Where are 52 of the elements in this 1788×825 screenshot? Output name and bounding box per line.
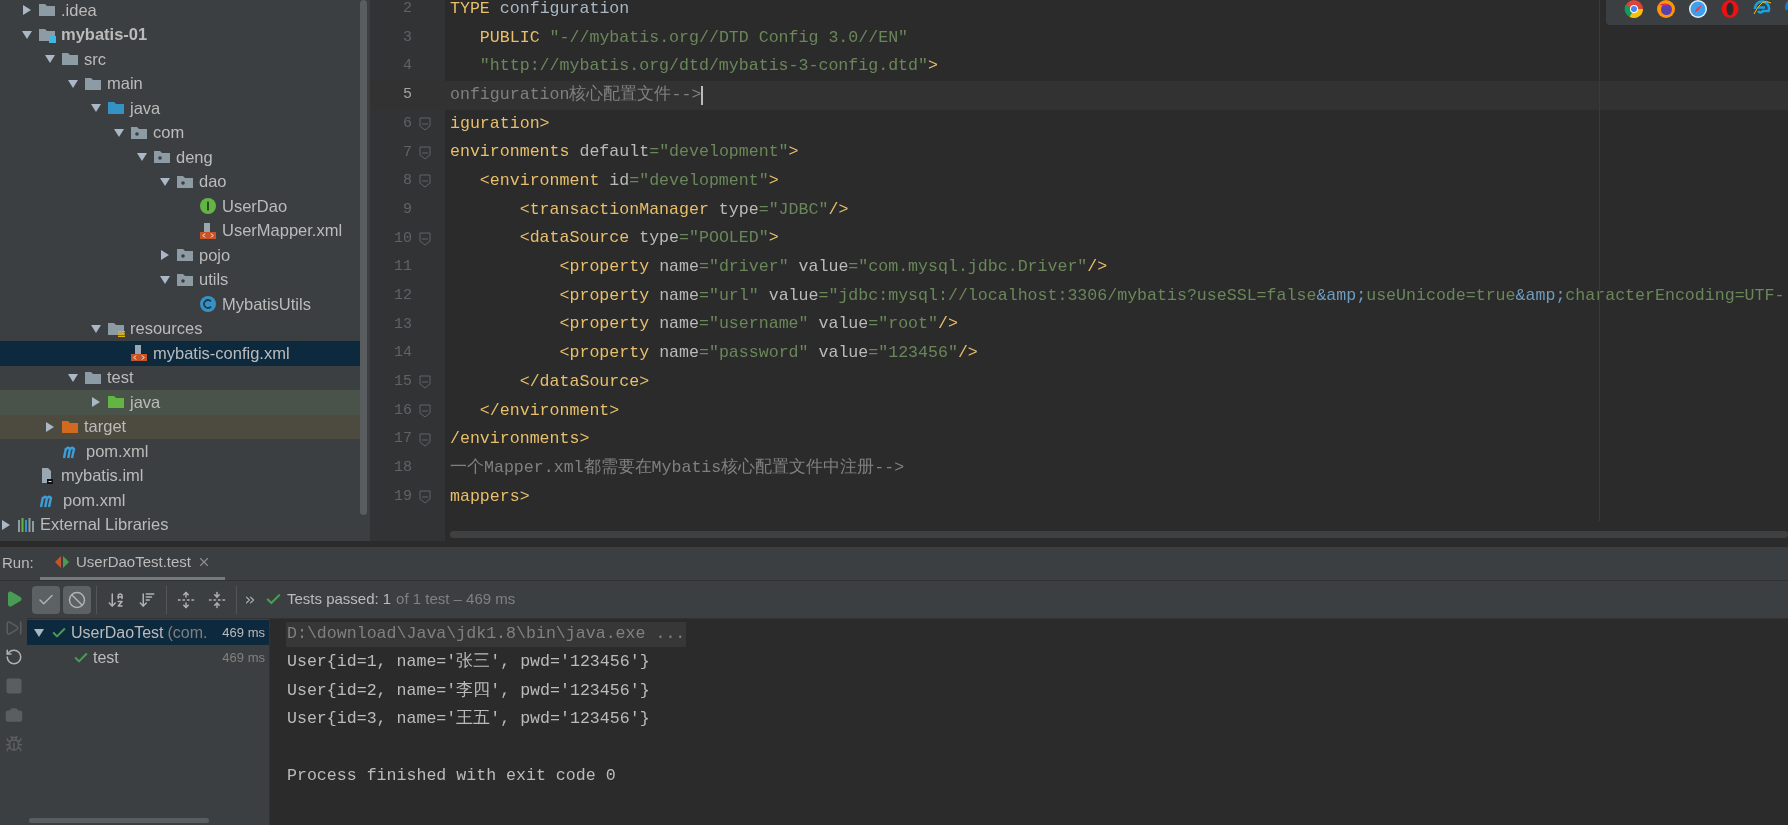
test-tree-item[interactable]: UserDaoTest (com. 469 ms	[27, 620, 269, 645]
status-count: 1	[382, 589, 392, 610]
tree-item[interactable]: com	[0, 120, 360, 145]
code-text: <property name="url" value="jdbc:mysql://localhost:3306/mybatis?useSSL=false&amp;useUnicode=true&amp;characterEncoding=UTF-	[558, 284, 1785, 307]
code-text: <transactionManager type="JDBC"/>	[518, 198, 849, 221]
line-number: 5	[402, 85, 412, 106]
tree-item[interactable]: java	[0, 96, 360, 121]
code-text: mappers>	[450, 485, 530, 508]
tree-item[interactable]: target	[0, 414, 360, 439]
tree-item[interactable]: pom.xml	[0, 439, 360, 464]
console-line: User{id=2, name='李四', pwd='123456'}	[286, 679, 651, 702]
tree-item[interactable]: resources	[0, 316, 360, 341]
tree-item[interactable]: mybatis-01	[0, 22, 360, 47]
console-line: User{id=3, name='王五', pwd='123456'}	[286, 708, 651, 731]
code-text: <property name="driver" value="com.mysql.jdbc.Driver"/>	[558, 256, 1108, 279]
code-text: <environment id="development">	[478, 170, 779, 192]
tree-item[interactable]: pojo	[0, 243, 360, 268]
tree-item[interactable]: main	[0, 71, 360, 96]
code-text: TYPE configuration	[450, 0, 630, 20]
tree-item[interactable]: utils	[0, 267, 360, 292]
code-text: <property name="password" value="123456"/>	[558, 342, 978, 365]
test-tree-item[interactable]: test 469 ms	[27, 645, 269, 670]
run-tab[interactable]: UserDaoTest.test	[40, 547, 226, 580]
tree-item[interactable]: deng	[0, 145, 360, 170]
status-detail: of 1 test – 469 ms	[396, 589, 516, 610]
tree-item[interactable]: UserMapper.xml	[0, 218, 360, 243]
code-text: <dataSource type="POOLED">	[518, 227, 779, 250]
tree-item[interactable]: MybatisUtils	[0, 292, 360, 317]
code-text: iguration>	[450, 112, 550, 135]
tree-item[interactable]: UserDao	[0, 194, 360, 219]
tree-item[interactable]: java	[0, 390, 360, 415]
tree-item[interactable]: .idea	[0, 0, 360, 23]
console-line: Process finished with exit code 0	[286, 765, 617, 788]
tree-item[interactable]: mybatis-config.xml	[0, 341, 360, 366]
code-text: <property name="username" value="root"/>	[558, 313, 958, 336]
tree-item[interactable]: src	[0, 47, 360, 72]
tree-item[interactable]: dao	[0, 169, 360, 194]
code-text: onfiguration核心配置文件-->	[450, 83, 704, 107]
tree-item[interactable]: pom.xml	[0, 488, 360, 513]
panel-label: Run:	[1, 553, 35, 574]
console-line: User{id=1, name='张三', pwd='123456'}	[286, 651, 651, 674]
code-text: PUBLIC "-//mybatis.org//DTD Config 3.0//EN"	[478, 26, 909, 49]
code-text: "http://mybatis.org/dtd/mybatis-3-config.dtd">	[478, 55, 938, 78]
tree-item[interactable]: External Libraries	[0, 512, 360, 537]
status-label: Tests passed:	[287, 589, 379, 610]
tree-item[interactable]: test	[0, 365, 360, 390]
code-text: /environments>	[450, 428, 590, 451]
code-text: </environment>	[478, 399, 620, 422]
code-text: environments default="development">	[450, 141, 799, 164]
code-text: </dataSource>	[518, 370, 650, 393]
code-text: 一个Mapper.xml都需要在Mybatis核心配置文件中注册-->	[450, 456, 905, 479]
tree-item[interactable]: mybatis.iml	[0, 463, 360, 488]
